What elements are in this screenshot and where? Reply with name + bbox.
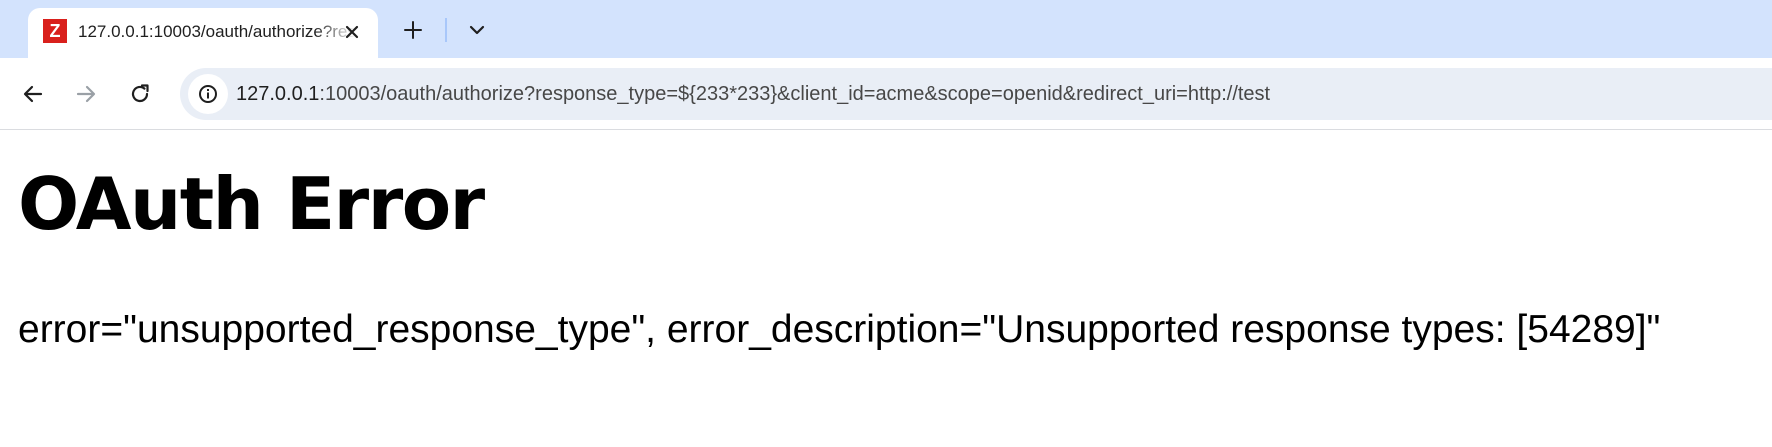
tab-strip-divider xyxy=(445,18,447,42)
browser-toolbar: 127.0.0.1:10003/oauth/authorize?response… xyxy=(0,58,1772,130)
url-text[interactable]: 127.0.0.1:10003/oauth/authorize?response… xyxy=(236,81,1270,107)
chevron-down-icon[interactable] xyxy=(463,16,491,44)
url-host: 127.0.0.1 xyxy=(236,83,320,105)
url-path: :10003/oauth/authorize?response_type=${2… xyxy=(319,83,1271,105)
arrow-left-icon[interactable] xyxy=(19,80,47,108)
close-icon[interactable] xyxy=(340,20,364,44)
tab-strip: Z 127.0.0.1:10003/oauth/authorize?respon… xyxy=(0,0,1772,60)
browser-tab-active[interactable]: Z 127.0.0.1:10003/oauth/authorize?respon… xyxy=(28,8,378,60)
page-content: OAuth Error error="unsupported_response_… xyxy=(0,130,1772,447)
page-title: OAuth Error xyxy=(18,162,485,246)
info-icon[interactable] xyxy=(188,74,228,114)
error-message: error="unsupported_response_type", error… xyxy=(18,308,1661,351)
tab-title: 127.0.0.1:10003/oauth/authorize?response… xyxy=(78,22,356,41)
arrow-right-icon[interactable] xyxy=(72,80,100,108)
reload-icon[interactable] xyxy=(126,80,154,108)
address-bar[interactable]: 127.0.0.1:10003/oauth/authorize?response… xyxy=(180,68,1772,120)
zotero-favicon-icon: Z xyxy=(43,19,67,43)
plus-icon[interactable] xyxy=(399,16,427,44)
